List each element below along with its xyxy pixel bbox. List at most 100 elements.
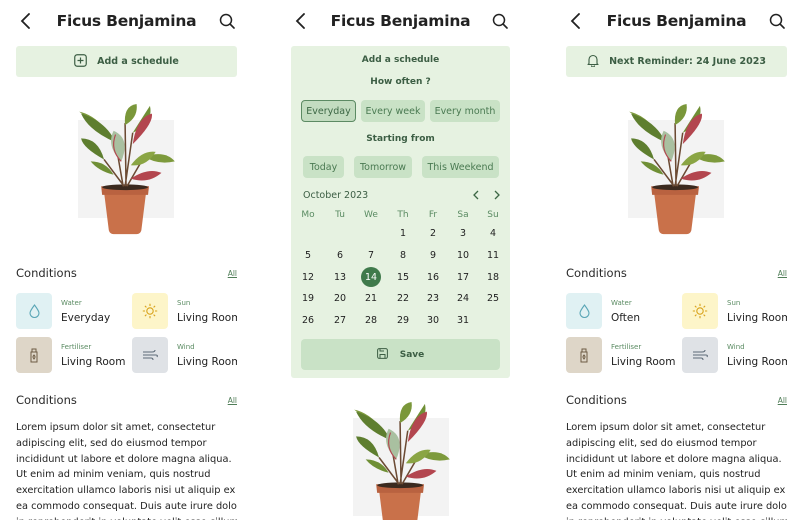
calendar-day[interactable]: 7	[361, 245, 381, 265]
condition-fertiliser[interactable]: Fertiliser Living Room	[16, 337, 126, 373]
weekday-label: We	[364, 210, 378, 220]
plant-image	[622, 104, 732, 236]
calendar-day[interactable]: 19	[298, 288, 318, 308]
chevron-right-icon[interactable]	[490, 188, 504, 202]
calendar-day[interactable]: 22	[393, 288, 413, 308]
about-heading: Conditions	[566, 393, 627, 407]
calendar-day[interactable]: 6	[330, 245, 350, 265]
weekday-label: Fr	[428, 210, 438, 220]
calendar-day[interactable]: 17	[453, 267, 473, 287]
back-arrow-icon[interactable]	[291, 11, 311, 31]
calendar-day[interactable]: 29	[393, 310, 413, 330]
plant-detail-reminder-screen: Ficus Benjamina Next Reminder: 24 June 2…	[566, 0, 787, 520]
condition-sun[interactable]: Sun Living Room	[132, 293, 237, 329]
condition-wind[interactable]: Wind Living Room	[132, 337, 237, 373]
save-button[interactable]: Save	[301, 339, 500, 370]
top-bar: Ficus Benjamina	[16, 8, 237, 34]
description-text: Lorem ipsum dolor sit amet, consectetur …	[16, 422, 237, 520]
search-icon[interactable]	[490, 11, 510, 31]
calendar-day[interactable]: 4	[483, 223, 503, 243]
condition-wind[interactable]: Wind Living Room	[682, 337, 787, 373]
calendar-day[interactable]: 30	[423, 310, 443, 330]
conditions-header: Conditions All	[16, 266, 237, 280]
panel-title: Add a schedule	[361, 55, 440, 65]
calendar-month-label: October 2023	[303, 190, 369, 201]
top-bar: Ficus Benjamina	[566, 8, 787, 34]
calendar-day[interactable]: 8	[393, 245, 413, 265]
calendar-day[interactable]: 31	[453, 310, 473, 330]
calendar-day-selected[interactable]: 14	[361, 267, 381, 287]
calendar-day[interactable]: 3	[453, 223, 473, 243]
back-arrow-icon[interactable]	[16, 11, 36, 31]
condition-value: Living Room	[177, 355, 237, 368]
plant-image	[72, 104, 182, 236]
calendar-day[interactable]: 24	[453, 288, 473, 308]
weekday-label: Sa	[457, 210, 469, 220]
condition-value: Often	[611, 311, 641, 324]
condition-value: Living Room	[727, 355, 787, 368]
calendar-day[interactable]: 2	[423, 223, 443, 243]
search-icon[interactable]	[767, 11, 787, 31]
calendar-day[interactable]: 26	[298, 310, 318, 330]
calendar-day[interactable]: 12	[298, 267, 318, 287]
about-all-link[interactable]: All	[778, 396, 787, 405]
wind-icon	[682, 337, 718, 373]
condition-label: Wind	[177, 342, 195, 351]
calendar-day[interactable]: 25	[483, 288, 503, 308]
wind-icon	[132, 337, 168, 373]
condition-label: Sun	[177, 298, 191, 307]
back-arrow-icon[interactable]	[566, 11, 586, 31]
calendar-day[interactable]: 18	[483, 267, 503, 287]
starting-from-label: Starting from	[366, 134, 435, 144]
calendar-day[interactable]: 15	[393, 267, 413, 287]
condition-label: Water	[61, 298, 82, 307]
frequency-every-month-chip[interactable]: Every month	[430, 100, 500, 122]
calendar-day[interactable]: 13	[330, 267, 350, 287]
plus-square-icon	[74, 53, 87, 70]
start-tomorrow-chip[interactable]: Tomorrow	[354, 156, 412, 178]
condition-sun[interactable]: Sun Living Room	[682, 293, 787, 329]
frequency-every-week-chip[interactable]: Every week	[361, 100, 425, 122]
chevron-left-icon[interactable]	[469, 188, 483, 202]
condition-water[interactable]: Water Everyday	[16, 293, 126, 329]
calendar-day[interactable]: 9	[423, 245, 443, 265]
calendar-day[interactable]: 10	[453, 245, 473, 265]
page-title: Ficus Benjamina	[56, 12, 197, 30]
calendar-day[interactable]: 21	[361, 288, 381, 308]
how-often-label: How often ?	[370, 77, 431, 87]
bell-icon	[587, 54, 599, 70]
condition-label: Water	[611, 298, 632, 307]
condition-fertiliser[interactable]: Fertiliser Living Room	[566, 337, 676, 373]
search-icon[interactable]	[217, 11, 237, 31]
condition-label: Fertiliser	[611, 342, 642, 351]
start-this-weekend-chip[interactable]: This Weekend	[422, 156, 499, 178]
next-reminder-label: Next Reminder: 24 June 2023	[609, 56, 766, 67]
condition-value: Living Room	[611, 355, 676, 368]
calendar-day[interactable]: 27	[330, 310, 350, 330]
conditions-all-link[interactable]: All	[228, 269, 237, 278]
sun-icon	[682, 293, 718, 329]
calendar-day[interactable]: 1	[393, 223, 413, 243]
fertiliser-icon	[16, 337, 52, 373]
frequency-everyday-chip[interactable]: Everyday	[301, 100, 356, 122]
water-drop-icon	[16, 293, 52, 329]
calendar-day[interactable]: 5	[298, 245, 318, 265]
calendar-day[interactable]: 11	[483, 245, 503, 265]
next-reminder-banner[interactable]: Next Reminder: 24 June 2023	[566, 46, 787, 77]
save-icon	[376, 347, 388, 362]
condition-label: Sun	[727, 298, 741, 307]
conditions-heading: Conditions	[16, 266, 77, 280]
calendar-day[interactable]: 20	[330, 288, 350, 308]
page-title: Ficus Benjamina	[606, 12, 747, 30]
calendar-day[interactable]: 28	[361, 310, 381, 330]
about-all-link[interactable]: All	[228, 396, 237, 405]
conditions-all-link[interactable]: All	[778, 269, 787, 278]
condition-value: Living Room	[177, 311, 237, 324]
add-schedule-button[interactable]: Add a schedule	[16, 46, 237, 77]
condition-water[interactable]: Water Often	[566, 293, 676, 329]
about-header: Conditions All	[16, 393, 237, 407]
start-today-chip[interactable]: Today	[303, 156, 344, 178]
calendar-day[interactable]: 23	[423, 288, 443, 308]
calendar-day[interactable]: 16	[423, 267, 443, 287]
condition-label: Fertiliser	[61, 342, 92, 351]
